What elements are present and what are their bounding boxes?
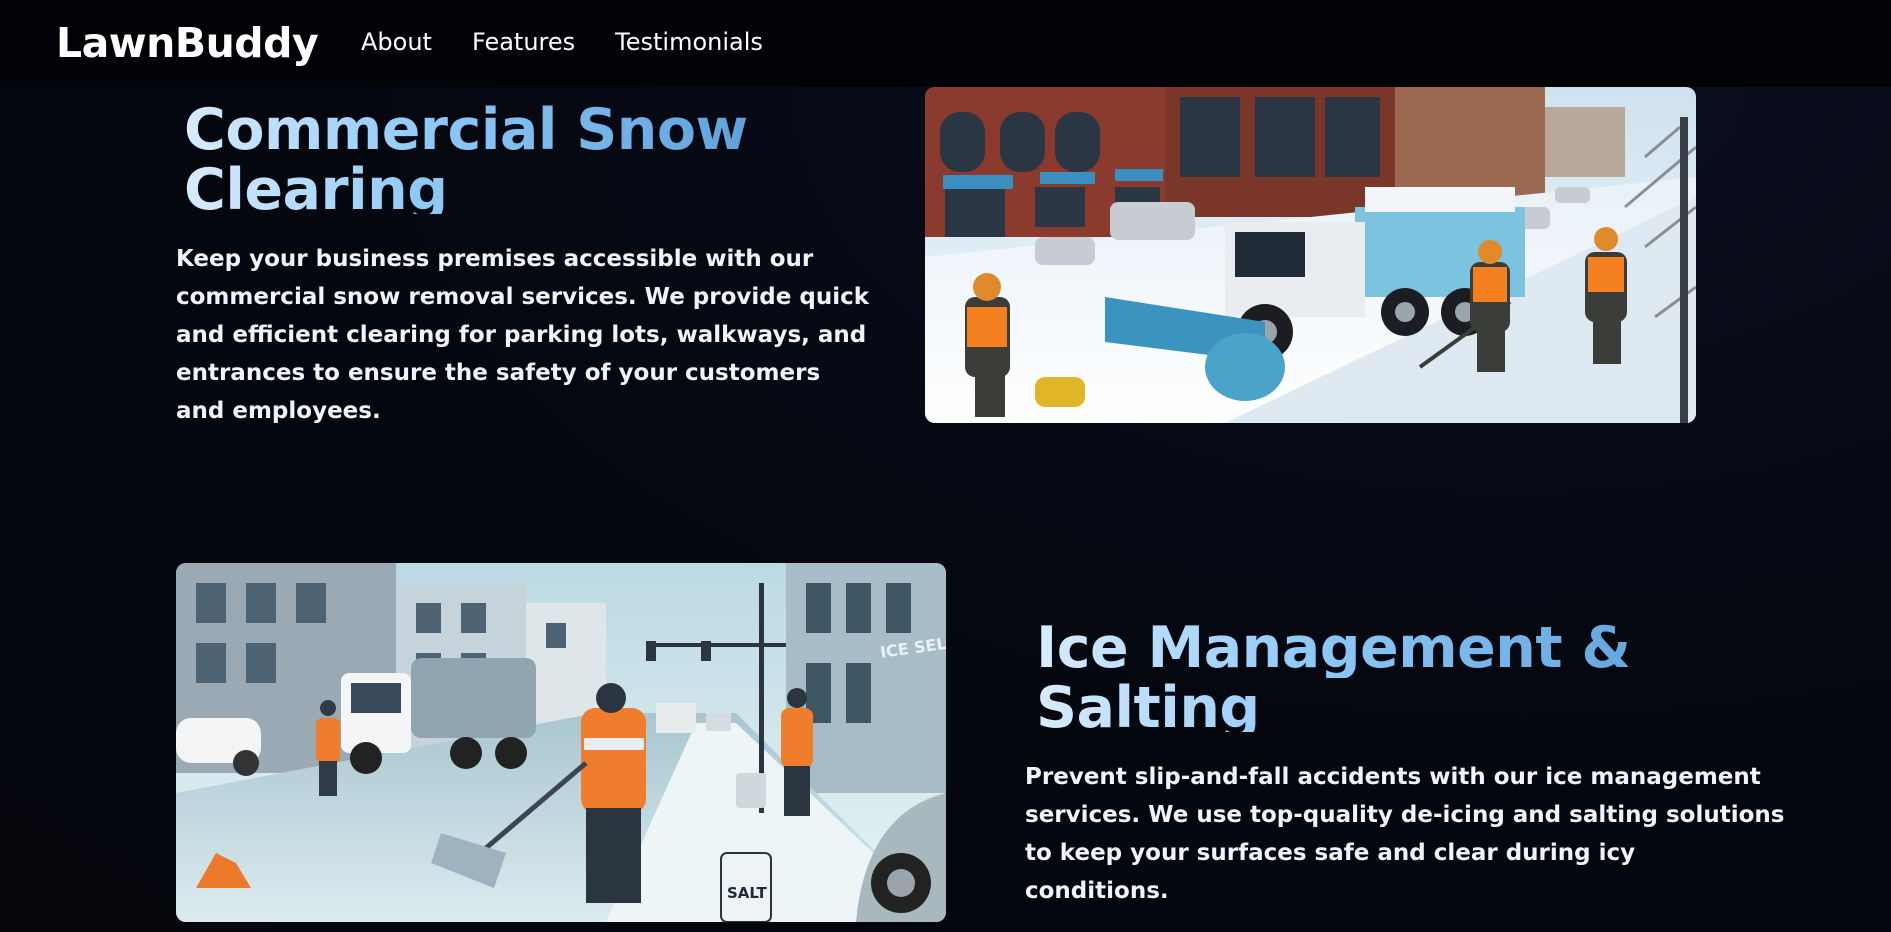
nav-link-features[interactable]: Features — [472, 28, 575, 56]
commercial-snow-title: Commercial Snow Clearing — [184, 100, 784, 214]
nav-link-testimonials[interactable]: Testimonials — [615, 28, 763, 56]
nav-links: About Features Testimonials — [361, 28, 763, 56]
nav-link-about[interactable]: About — [361, 28, 432, 56]
top-navbar: LawnBuddy About Features Testimonials — [0, 0, 1891, 87]
ice-management-title: Ice Management & Salting — [1036, 618, 1716, 732]
section-title-line: Ice Management & — [1036, 618, 1716, 678]
page: LawnBuddy About Features Testimonials Co… — [0, 0, 1891, 932]
ice-management-description: Prevent slip-and-fall accidents with our… — [1025, 764, 1785, 904]
section-title-line: Salting — [1036, 678, 1716, 732]
commercial-snow-description: Keep your business premises accessible w… — [176, 246, 870, 424]
commercial-snow-image — [925, 87, 1696, 423]
salt-bucket-label: SALT — [727, 884, 767, 902]
brand-logo[interactable]: LawnBuddy — [56, 19, 319, 67]
section-title-line: Commercial Snow — [184, 100, 784, 160]
ice-management-image: ICE SELLIN SALT — [176, 563, 946, 922]
section-title-line: Clearing — [184, 160, 784, 214]
